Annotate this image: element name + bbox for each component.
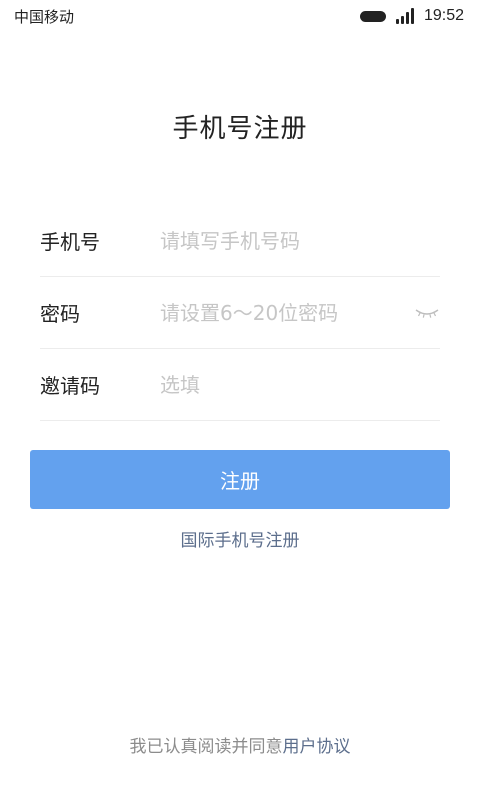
password-input[interactable]	[160, 292, 414, 333]
intl-register-link[interactable]: 国际手机号注册	[0, 526, 480, 551]
phone-row: 手机号	[40, 205, 440, 277]
agreement-prefix: 我已认真阅读并同意	[129, 737, 283, 757]
agreement-text: 我已认真阅读并同意用户协议	[0, 732, 480, 757]
phone-label: 手机号	[40, 230, 100, 254]
signal-icon	[395, 8, 414, 24]
register-button[interactable]: 注册	[30, 450, 450, 509]
register-screen: 中国移动 19:52 手机号注册 手机号 密码	[0, 0, 480, 800]
eye-closed-icon[interactable]	[414, 305, 440, 321]
battery-icon	[359, 10, 386, 22]
invite-row: 邀请码	[40, 349, 440, 421]
status-time: 19:52	[423, 7, 464, 24]
status-indicators: 19:52	[359, 7, 464, 25]
password-row: 密码	[40, 277, 440, 349]
password-label: 密码	[40, 302, 80, 326]
phone-input[interactable]	[160, 220, 440, 261]
status-bar: 中国移动 19:52	[0, 0, 480, 32]
user-agreement-link[interactable]: 用户协议	[283, 737, 351, 757]
page-title: 手机号注册	[172, 114, 308, 144]
invite-label: 邀请码	[40, 374, 100, 398]
carrier-name: 中国移动	[14, 7, 75, 26]
invite-code-input[interactable]	[160, 364, 440, 405]
register-form: 手机号 密码 邀请码	[40, 205, 440, 421]
